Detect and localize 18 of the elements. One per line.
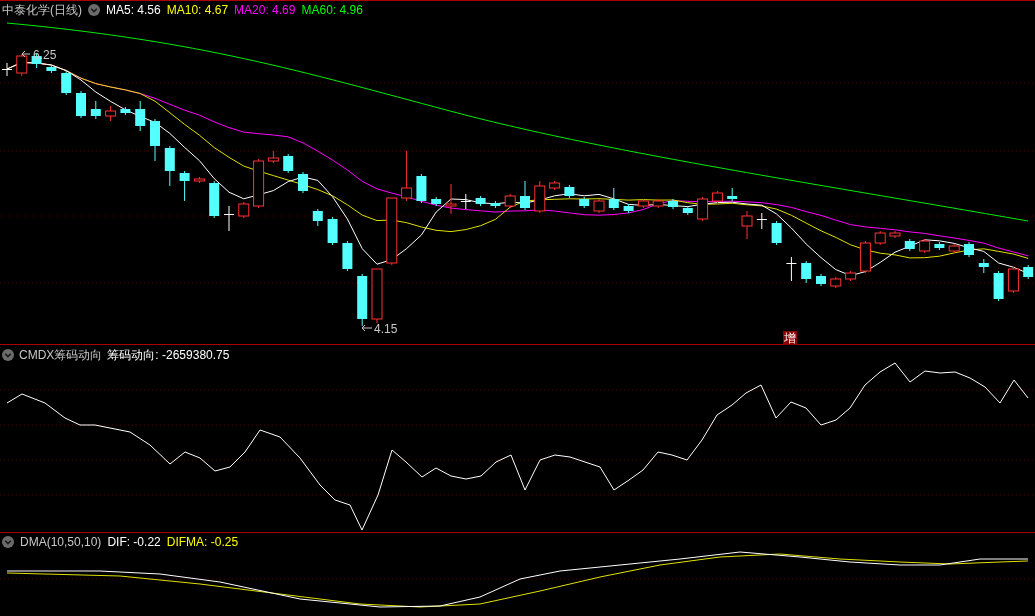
chevron-down-icon[interactable] <box>2 349 14 361</box>
indicator-value: DIFMA: -0.25 <box>166 536 239 548</box>
indicator-value: DIF: -0.22 <box>107 536 161 548</box>
high-pointer-arrow <box>21 50 31 58</box>
high-price-label: 6.25 <box>33 48 57 62</box>
indicator-name: CMDX筹码动向 <box>19 349 103 361</box>
indicator-value: MA5: 4.56 <box>106 4 161 16</box>
indicator-value: MA20: 4.69 <box>234 4 296 16</box>
low-pointer-arrow <box>361 324 373 332</box>
chevron-down-icon[interactable] <box>2 536 14 548</box>
indicator-name: DMA(10,50,10) <box>20 536 102 548</box>
indicator-value: MA10: 4.67 <box>166 4 229 16</box>
chevron-down-icon[interactable] <box>88 4 100 16</box>
low-price-label: 4.15 <box>374 322 398 336</box>
indicator-value: MA60: 4.96 <box>301 4 363 16</box>
indicator-value: 筹码动向: -2659380.75 <box>107 349 230 361</box>
signal-badge: 增 <box>783 331 797 345</box>
chart-title: 中泰化学(日线) <box>2 4 82 16</box>
